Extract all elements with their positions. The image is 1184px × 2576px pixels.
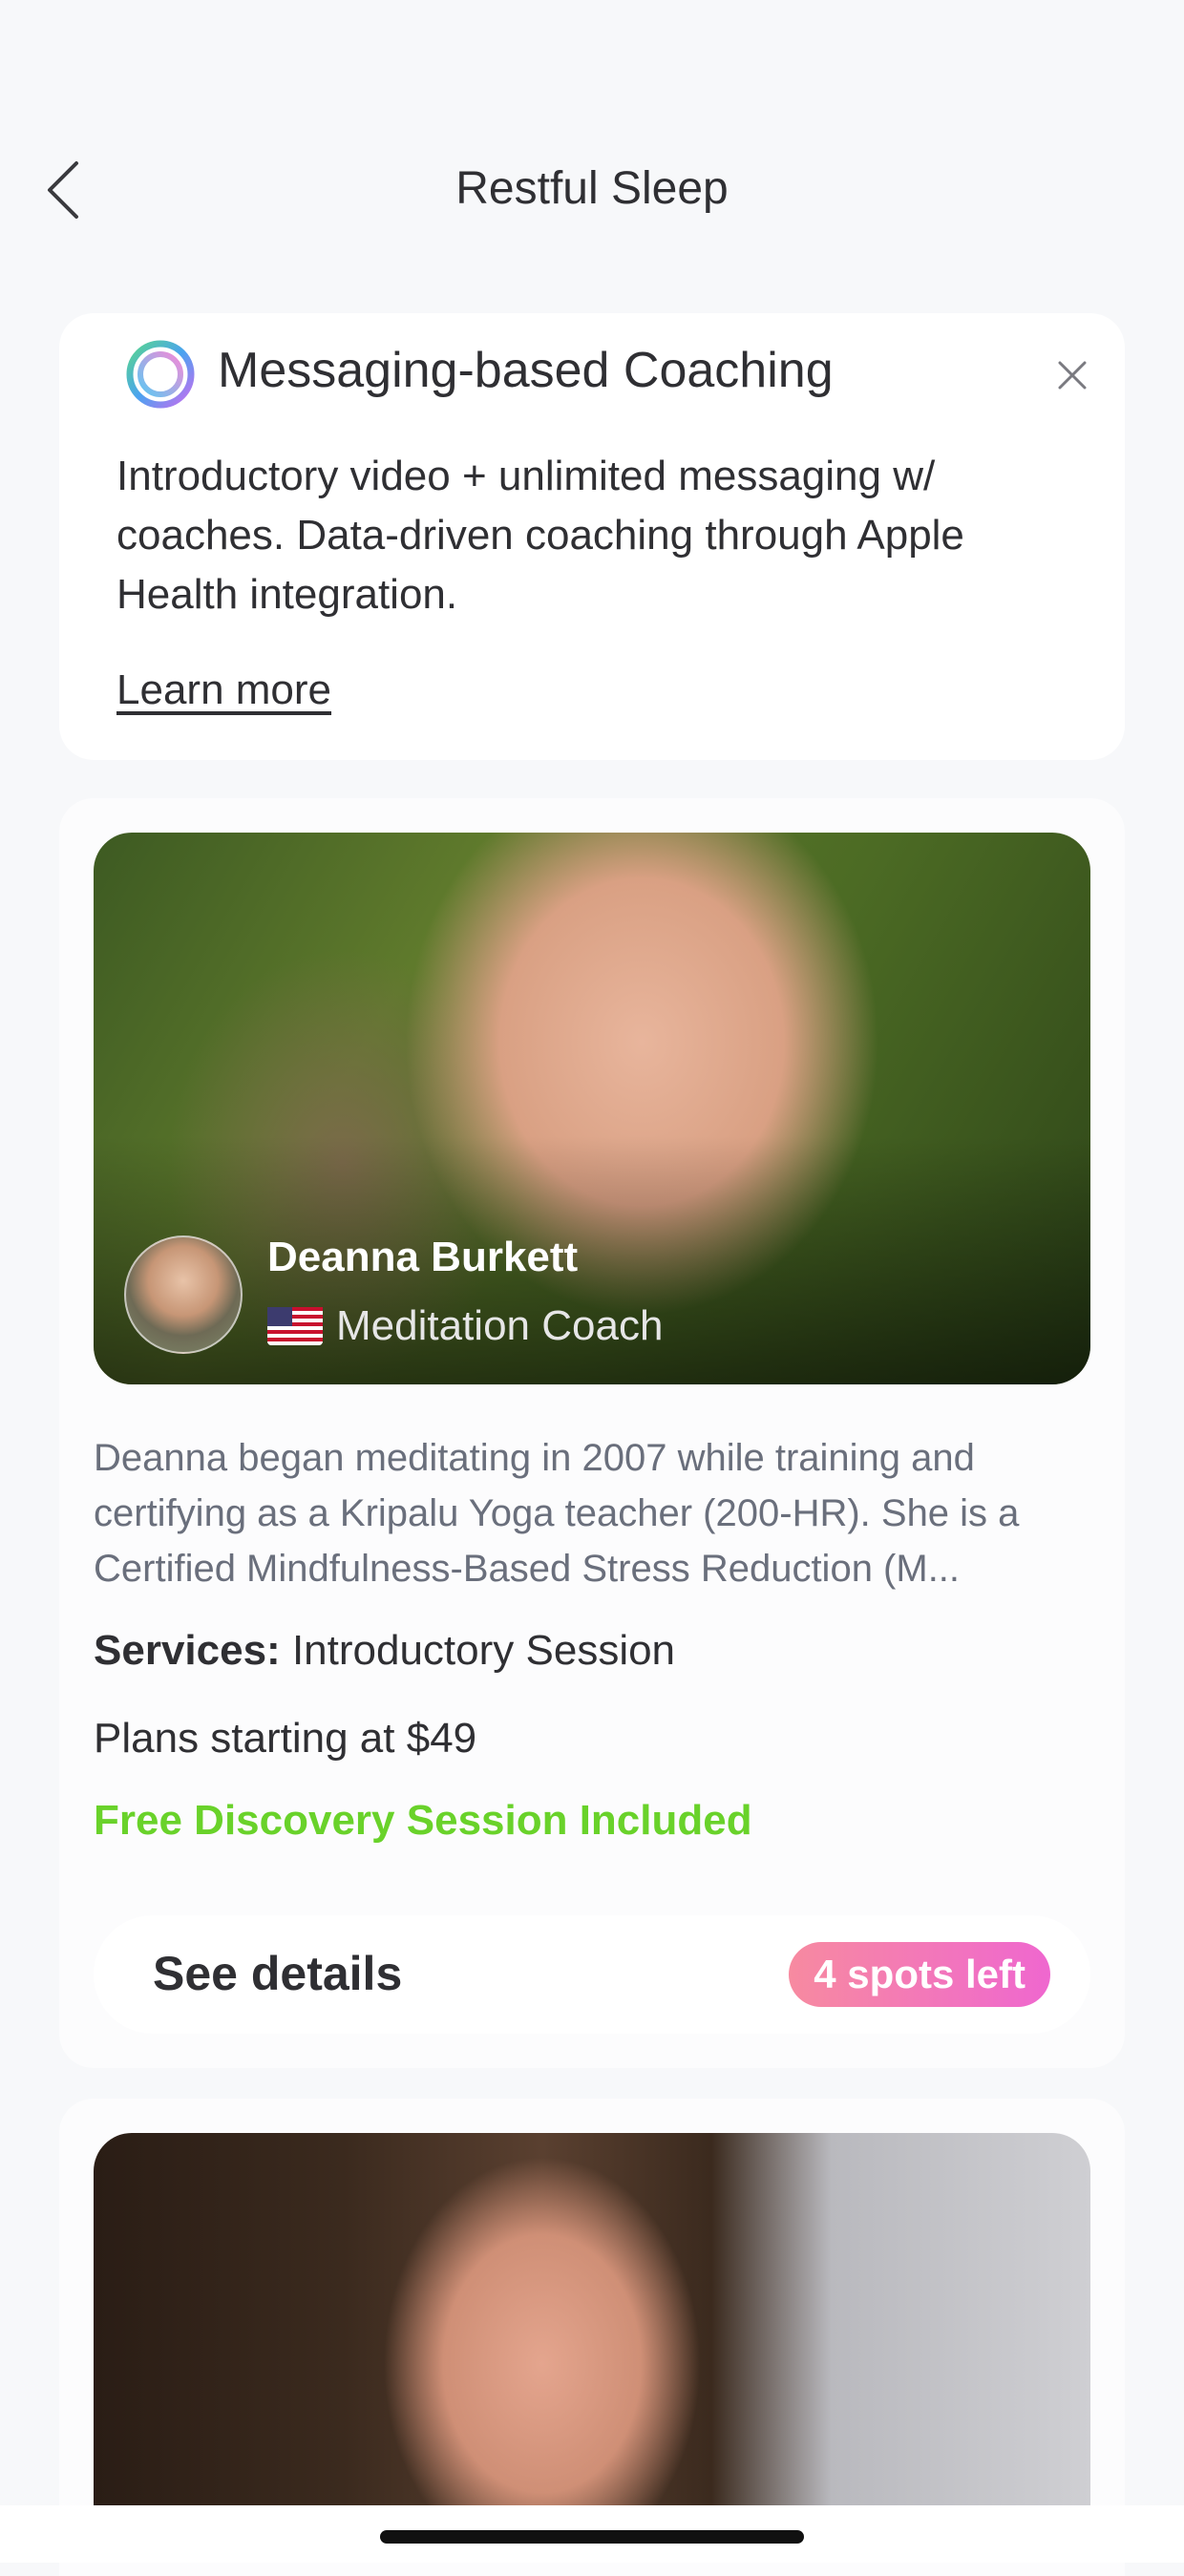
bottom-bar [0,2505,1184,2563]
close-button[interactable] [1048,351,1096,399]
services-line: Services: Introductory Session [94,1627,675,1675]
spots-left-badge: 4 spots left [789,1942,1050,2007]
free-session-label: Free Discovery Session Included [94,1797,752,1844]
coach-card[interactable]: Deanna Burkett Meditation Coach Deanna b… [59,798,1125,2068]
coach-photo: Deanna Burkett Meditation Coach [94,833,1090,1384]
see-details-label: See details [153,1947,403,2000]
coach-bio: Deanna began meditating in 2007 while tr… [94,1437,1020,1590]
header: Restful Sleep [0,143,1184,239]
coach-card[interactable] [59,2099,1125,2576]
coach-name: Deanna Burkett [267,1234,579,1280]
services-label: Services: [94,1627,281,1674]
learn-more-link[interactable]: Learn more [116,666,331,714]
us-flag-icon [267,1307,323,1345]
page-title: Restful Sleep [455,163,729,214]
info-card-description: Introductory video + unlimited messaging… [116,453,964,618]
coaching-info-card: Messaging-based Coaching Introductory vi… [59,313,1125,760]
coach-role-row: Meditation Coach [267,1302,663,1350]
plans-pricing: Plans starting at $49 [94,1715,477,1762]
close-icon [1058,361,1087,390]
home-indicator[interactable] [380,2530,804,2544]
avatar [124,1235,243,1354]
info-card-title: Messaging-based Coaching [218,343,834,398]
coach-role: Meditation Coach [336,1302,664,1349]
coach-photo [94,2133,1090,2505]
services-value: Introductory Session [291,1627,676,1674]
gradient-ring-icon [126,340,195,409]
see-details-button[interactable]: See details 4 spots left [94,1915,1090,2034]
